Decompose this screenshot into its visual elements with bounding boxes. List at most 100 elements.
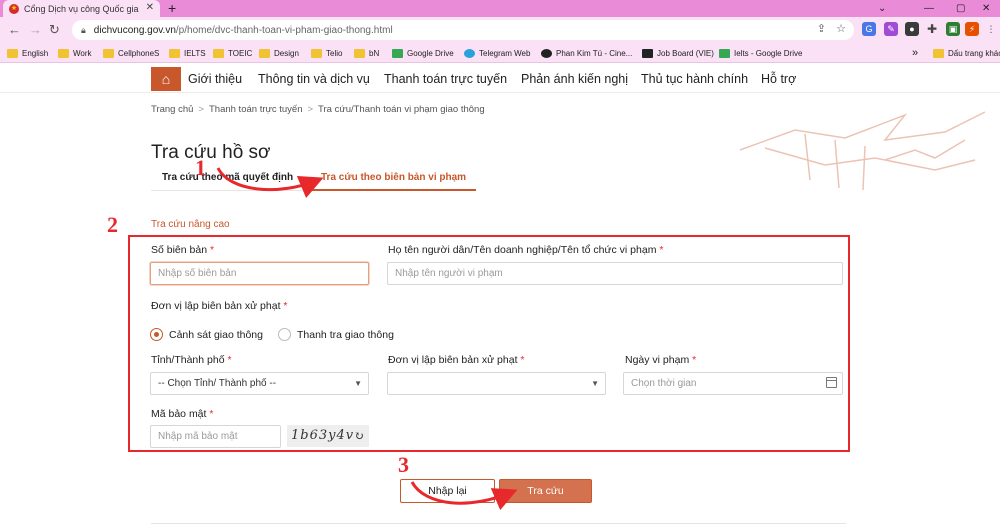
nav-item-feedback[interactable]: Phản ánh kiến nghị [521, 72, 628, 86]
breadcrumb-item: Tra cứu/Thanh toán vi phạm giao thông [318, 104, 485, 115]
record-number-input[interactable]: Nhập số biên bản [150, 262, 369, 285]
folder-icon [103, 48, 114, 58]
extension-icon[interactable]: ▣ [946, 22, 960, 36]
nav-item-admin-procedures[interactable]: Thủ tục hành chính [641, 72, 748, 86]
violation-date-input[interactable]: Chọn thời gian [623, 372, 843, 395]
refresh-captcha-icon[interactable]: ↻ [354, 425, 365, 447]
tab-by-decision-code[interactable]: Tra cứu theo mã quyết định [162, 172, 293, 183]
folder-icon [58, 48, 69, 58]
bookmark-item[interactable]: CellphoneS [103, 46, 159, 60]
active-tab-indicator [311, 189, 476, 191]
bookmark-item[interactable]: Telegram Web [464, 46, 530, 60]
province-select[interactable]: -- Chọn Tỉnh/ Thành phố -- ▼ [150, 372, 369, 395]
url-host: dichvucong.gov.vn [93, 24, 176, 36]
bookmark-item[interactable]: Telio [311, 46, 342, 60]
bookmark-star-icon[interactable]: ☆ [836, 22, 846, 35]
captcha-image: 1b63y4v ↻ [287, 425, 369, 447]
violator-name-input[interactable]: Nhập tên người vi phạm [387, 262, 843, 285]
url-path: /p/home/dvc-thanh-toan-vi-pham-giao-thon… [175, 24, 393, 36]
close-window-icon[interactable]: ✕ [982, 0, 990, 17]
folder-icon [259, 48, 270, 58]
nav-item-info-services[interactable]: Thông tin và dịch vụ [258, 72, 370, 86]
browser-menu-icon[interactable]: ⋮ [984, 22, 998, 36]
site-emblem-icon: ★ [9, 3, 19, 14]
bookmark-item[interactable]: bN [354, 46, 379, 60]
annotation-number-2: 2 [107, 212, 118, 237]
province-label: Tỉnh/Thành phố * [151, 354, 232, 366]
tab-by-violation-record[interactable]: Tra cứu theo biên bản vi phạm [321, 172, 466, 183]
profile-avatar-icon[interactable]: ⚡ [965, 22, 979, 36]
bookmark-item[interactable]: Ielts - Google Drive [719, 46, 802, 60]
radio-checked-icon [150, 328, 163, 341]
bookmark-item[interactable]: Design [259, 46, 299, 60]
page-title: Tra cứu hồ sơ [151, 142, 271, 163]
other-bookmarks[interactable]: Dấu trang khác [933, 46, 1000, 60]
tab-search-icon[interactable]: ⌄ [878, 0, 886, 17]
share-icon[interactable]: ⇪ [817, 22, 826, 35]
violation-date-label: Ngày vi phạm * [625, 354, 697, 366]
new-tab-button[interactable]: + [168, 0, 176, 17]
nav-item-online-payment[interactable]: Thanh toán trực tuyến [384, 72, 507, 86]
job-board-icon [642, 48, 653, 58]
bookmark-item[interactable]: Google Drive [392, 46, 454, 60]
profile-icon [541, 48, 552, 58]
chevron-down-icon: ▼ [591, 379, 599, 388]
nav-item-support[interactable]: Hỗ trợ [761, 72, 796, 86]
reset-button[interactable]: Nhập lại [400, 479, 495, 503]
tab-title: Cổng Dịch vụ công Quốc gia [24, 3, 139, 14]
issuer-unit-label: Đơn vị lập biên bản xử phạt * [388, 354, 525, 366]
bookmarks-overflow-icon[interactable]: » [912, 46, 918, 60]
chevron-down-icon: ▼ [354, 379, 362, 388]
back-icon[interactable]: ← [8, 21, 21, 39]
annotation-number-1: 1 [195, 155, 206, 180]
bookmark-item[interactable]: Work [58, 46, 92, 60]
reload-icon[interactable]: ↻ [49, 21, 60, 39]
record-number-label: Số biên bản * [151, 244, 215, 256]
address-bar[interactable]: 🔒︎ dichvucong.gov.vn /p/home/dvc-thanh-t… [72, 20, 854, 40]
browser-tab[interactable]: ★ Cổng Dịch vụ công Quốc gia ✕ [3, 0, 160, 17]
folder-icon [7, 48, 18, 58]
breadcrumb-item[interactable]: Thanh toán trực tuyến [209, 104, 303, 115]
forward-icon[interactable]: → [29, 21, 42, 39]
minimize-icon[interactable]: — [924, 0, 934, 17]
folder-icon [933, 48, 944, 58]
breadcrumb-item[interactable]: Trang chủ [151, 104, 193, 115]
issuer-unit-select[interactable]: ▼ [387, 372, 606, 395]
breadcrumb-separator: > [307, 104, 314, 115]
annotation-number-3: 3 [398, 452, 409, 477]
close-tab-icon[interactable]: ✕ [146, 2, 154, 13]
security-code-input[interactable]: Nhập mã bảo mật [150, 425, 281, 448]
bookmark-item[interactable]: TOEIC [213, 46, 252, 60]
folder-icon [354, 48, 365, 58]
bookmark-item[interactable]: Job Board (VIE) [642, 46, 714, 60]
violator-name-label: Họ tên người dân/Tên doanh nghiệp/Tên tổ… [388, 244, 664, 256]
browser-tab-bar: ★ Cổng Dịch vụ công Quốc gia ✕ + ⌄ — ▢ ✕ [0, 0, 1000, 17]
radio-traffic-inspection[interactable]: Thanh tra giao thông [278, 328, 394, 341]
maximize-icon[interactable]: ▢ [956, 0, 965, 17]
nav-item-introduction[interactable]: Giới thiệu [188, 72, 242, 86]
breadcrumb-separator: > [198, 104, 204, 115]
home-icon[interactable]: ⌂ [151, 67, 181, 91]
lock-icon: 🔒︎ [81, 24, 86, 35]
extension-icon[interactable]: ✎ [884, 22, 898, 36]
extensions-puzzle-icon[interactable]: ✚ [925, 22, 939, 36]
translate-extension-icon[interactable]: G [862, 22, 876, 36]
bookmark-item[interactable]: Phan Kim Tú - Cine... [541, 46, 632, 60]
calendar-icon[interactable] [826, 377, 837, 388]
google-drive-icon [392, 48, 403, 58]
advanced-search-link[interactable]: Tra cứu nâng cao [151, 219, 230, 230]
bookmarks-bar: English Work CellphoneS IELTS TOEIC Desi… [0, 43, 1000, 63]
radio-traffic-police[interactable]: Cảnh sát giao thông [150, 328, 263, 341]
radio-unchecked-icon [278, 328, 291, 341]
site-navigation: ⌂ Giới thiệu Thông tin và dịch vụ Thanh … [0, 63, 1000, 93]
folder-icon [169, 48, 180, 58]
google-drive-icon [719, 48, 730, 58]
extension-icon[interactable]: ● [905, 22, 919, 36]
bookmark-item[interactable]: English [7, 46, 48, 60]
bookmark-item[interactable]: IELTS [169, 46, 206, 60]
issuer-group-label: Đơn vị lập biên bản xử phạt * [151, 300, 288, 312]
search-button[interactable]: Tra cứu [499, 479, 592, 503]
breadcrumb: Trang chủ > Thanh toán trực tuyến > Tra cứu/… [151, 104, 485, 115]
folder-icon [213, 48, 224, 58]
divider [151, 523, 846, 524]
